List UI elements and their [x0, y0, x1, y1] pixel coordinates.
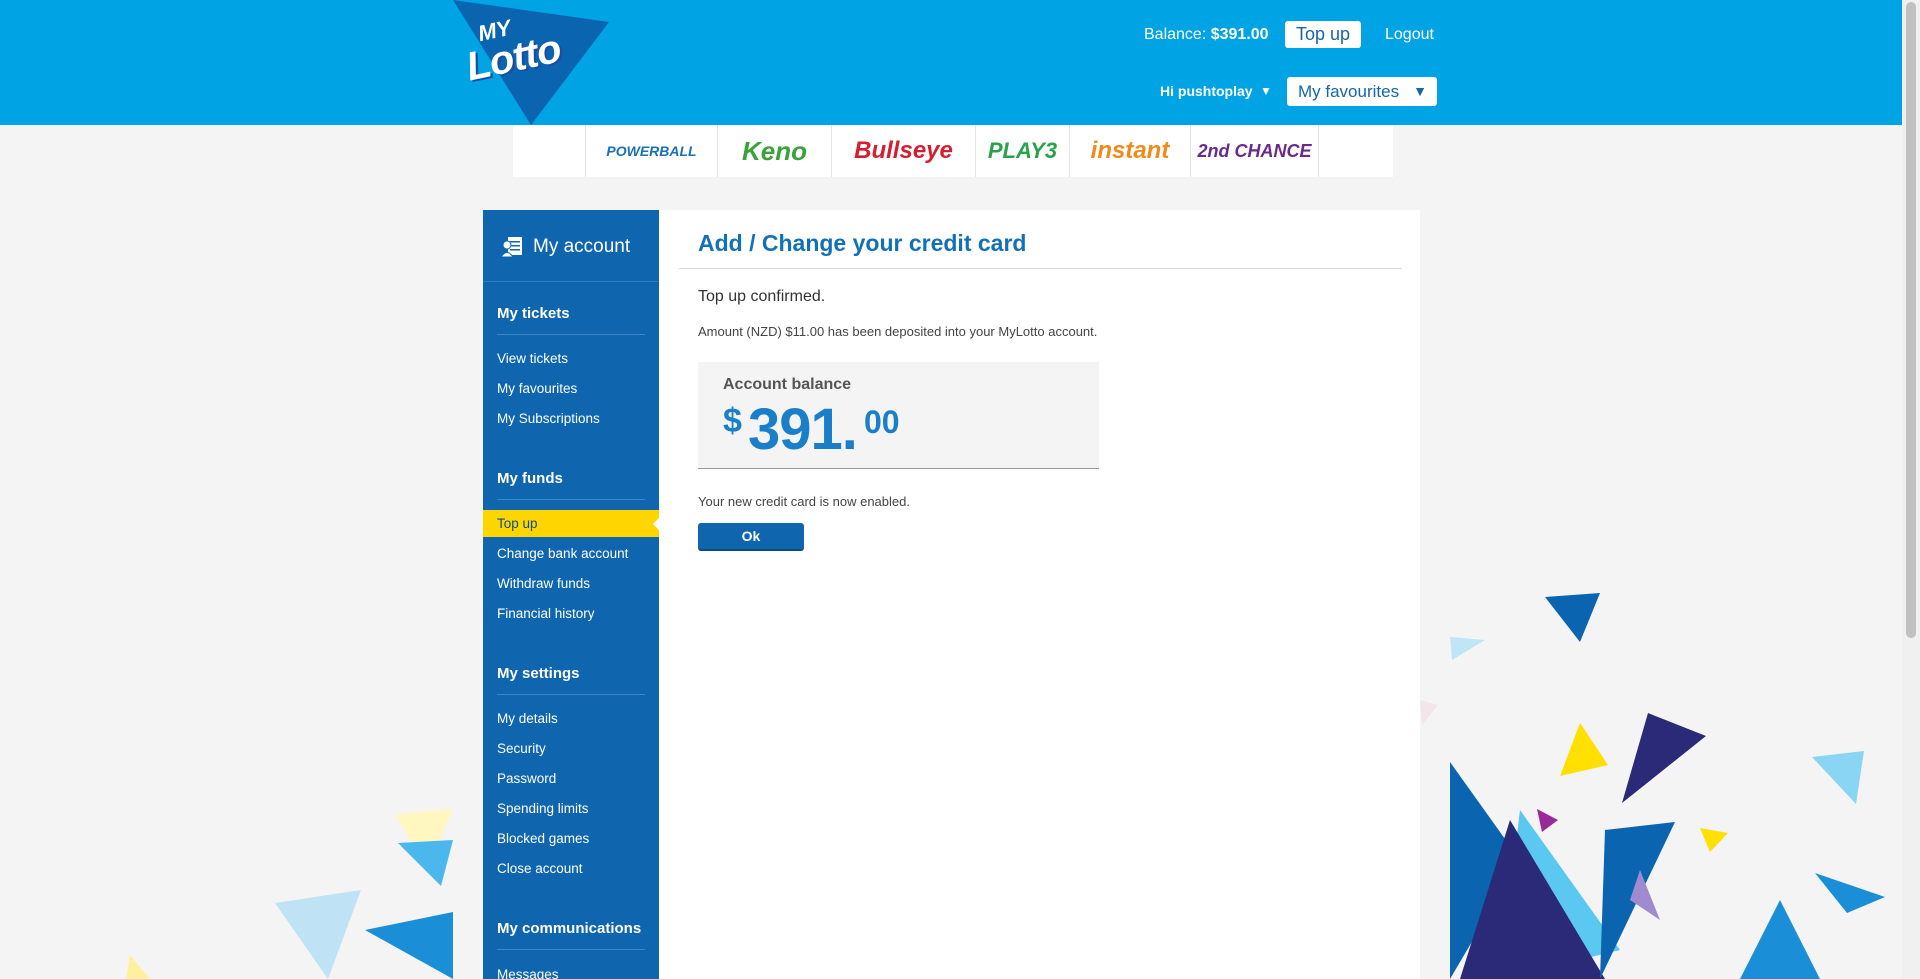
- title-divider: [679, 268, 1402, 269]
- ok-button[interactable]: Ok: [698, 523, 804, 551]
- user-menu-caret-icon[interactable]: ▼: [1260, 84, 1272, 98]
- sidebar-item-messages[interactable]: Messages: [497, 967, 559, 979]
- logout-link[interactable]: Logout: [1385, 26, 1434, 44]
- game-powerball[interactable]: POWERBALL: [585, 125, 717, 177]
- sidebar-item-my-details[interactable]: My details: [497, 711, 558, 726]
- balance-value: $391.00: [1210, 26, 1269, 43]
- page-scrollbar[interactable]: [1902, 0, 1920, 979]
- sidebar-item-close-account[interactable]: Close account: [497, 861, 583, 876]
- sidebar-item-my-favourites[interactable]: My favourites: [497, 381, 577, 396]
- game-play3[interactable]: PLAY3: [975, 125, 1069, 177]
- balance-cents: 00: [864, 404, 900, 440]
- sidebar-item-top-up[interactable]: Top up: [483, 510, 659, 537]
- sidebar-header: My account: [483, 210, 659, 282]
- sidebar-item-blocked-games[interactable]: Blocked games: [497, 831, 589, 846]
- scrollbar-thumb[interactable]: [1906, 2, 1916, 638]
- game-bullseye[interactable]: Bullseye: [831, 125, 975, 177]
- sidebar-item-label: Top up: [497, 516, 538, 531]
- balance-whole-amount: 391.: [748, 397, 858, 462]
- game-keno[interactable]: Keno: [717, 125, 831, 177]
- topup-button[interactable]: Top up: [1285, 21, 1361, 48]
- account-balance-label: Account balance: [723, 376, 852, 393]
- account-icon: [501, 237, 522, 258]
- account-balance-box: Account balance $ 391. 00: [698, 362, 1099, 469]
- sidebar-section-my-tickets[interactable]: My tickets: [497, 305, 645, 335]
- sidebar-item-financial-history[interactable]: Financial history: [497, 606, 595, 621]
- sidebar-item-password[interactable]: Password: [497, 771, 556, 786]
- favourites-label: My favourites: [1298, 82, 1400, 101]
- sidebar-section-my-settings[interactable]: My settings: [497, 665, 645, 695]
- game-2nd-chance[interactable]: 2nd CHANCE: [1190, 125, 1319, 177]
- account-sidebar: My account My tickets View tickets My fa…: [483, 210, 659, 979]
- chevron-down-icon: ▼: [1413, 83, 1427, 99]
- sidebar-item-withdraw-funds[interactable]: Withdraw funds: [497, 576, 590, 591]
- balance-label: Balance:: [1144, 26, 1207, 43]
- top-header: MY Lotto Balance: $391.00 Top up Logout …: [0, 0, 1902, 125]
- active-indicator: [653, 517, 659, 531]
- game-instant-kiwi[interactable]: instant: [1069, 125, 1190, 177]
- credit-card-enabled-message: Your new credit card is now enabled.: [698, 494, 910, 509]
- games-nav: POWERBALL Keno Bullseye PLAY3 instant 2n…: [513, 125, 1393, 177]
- deposit-amount-message: Amount (NZD) $11.00 has been deposited i…: [698, 324, 1098, 339]
- sidebar-item-security[interactable]: Security: [497, 741, 546, 756]
- sidebar-item-change-bank-account[interactable]: Change bank account: [497, 546, 628, 561]
- header-balance: Balance: $391.00: [1144, 26, 1269, 44]
- sidebar-section-my-funds[interactable]: My funds: [497, 470, 645, 500]
- page-title: Add / Change your credit card: [698, 230, 1027, 256]
- sidebar-title: My account: [533, 236, 631, 257]
- user-greeting[interactable]: Hi pushtoplay: [1160, 83, 1253, 99]
- balance-currency-symbol: $: [723, 402, 742, 440]
- sidebar-item-view-tickets[interactable]: View tickets: [497, 351, 568, 366]
- sidebar-item-my-subscriptions[interactable]: My Subscriptions: [497, 411, 600, 426]
- topup-confirmed-message: Top up confirmed.: [698, 288, 826, 305]
- favourites-dropdown[interactable]: My favourites ▼: [1287, 77, 1437, 106]
- sidebar-item-spending-limits[interactable]: Spending limits: [497, 801, 589, 816]
- sidebar-section-my-communications[interactable]: My communications: [497, 920, 645, 950]
